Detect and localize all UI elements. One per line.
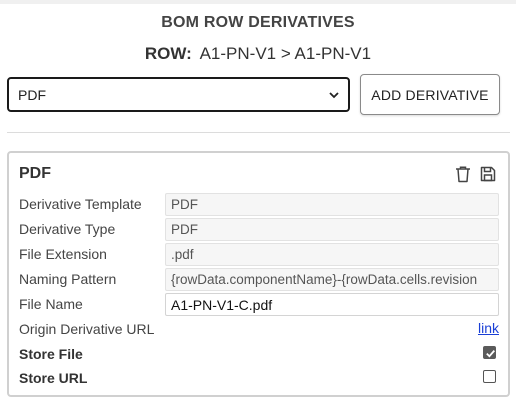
- field-file-extension: File Extension .pdf: [19, 243, 499, 266]
- row-indicator: ROW: A1-PN-V1 > A1-PN-V1: [0, 44, 516, 64]
- field-derivative-template: Derivative Template PDF: [19, 193, 499, 216]
- field-label: Naming Pattern: [19, 271, 117, 287]
- card-title: PDF: [19, 165, 51, 182]
- field-store-url: Store URL: [19, 367, 499, 389]
- naming-pattern-field: {rowData.componentName}-{rowData.cells.r…: [165, 268, 499, 291]
- derivative-select-value: PDF: [18, 87, 46, 103]
- field-naming-pattern: Naming Pattern {rowData.componentName}-{…: [19, 268, 499, 291]
- top-strip: [0, 0, 516, 4]
- field-file-name: File Name A1-PN-V1-C.pdf: [19, 293, 499, 316]
- page-title: BOM ROW DERIVATIVES: [161, 14, 355, 31]
- row-label: ROW:: [144, 44, 192, 63]
- derivative-card: PDF Derivative Template PDF Derivative T…: [7, 151, 510, 397]
- field-label: Origin Derivative URL: [19, 321, 155, 337]
- store-file-checkbox[interactable]: [483, 346, 496, 359]
- row-value: A1-PN-V1 > A1-PN-V1: [199, 44, 372, 63]
- add-derivative-button[interactable]: ADD DERIVATIVE: [360, 74, 500, 115]
- derivative-select[interactable]: PDF: [7, 77, 350, 112]
- derivative-template-field: PDF: [165, 193, 499, 216]
- check-icon: [486, 350, 495, 358]
- field-label: File Extension: [19, 246, 107, 262]
- file-extension-field: .pdf: [165, 243, 499, 266]
- chevron-down-icon: [329, 92, 339, 99]
- divider: [7, 132, 510, 133]
- derivative-type-field: PDF: [165, 218, 499, 241]
- store-url-checkbox[interactable]: [483, 370, 496, 383]
- field-origin-url: Origin Derivative URL link: [19, 318, 499, 340]
- field-label: Derivative Type: [19, 221, 116, 237]
- origin-url-link[interactable]: link: [478, 320, 499, 336]
- field-label: Derivative Template: [19, 196, 142, 212]
- save-icon[interactable]: [479, 165, 497, 183]
- file-name-input[interactable]: A1-PN-V1-C.pdf: [165, 293, 499, 316]
- field-label: Store URL: [19, 370, 88, 386]
- field-label: File Name: [19, 296, 83, 312]
- field-derivative-type: Derivative Type PDF: [19, 218, 499, 241]
- trash-icon[interactable]: [454, 165, 472, 183]
- field-store-file: Store File: [19, 343, 499, 365]
- field-label: Store File: [19, 346, 83, 362]
